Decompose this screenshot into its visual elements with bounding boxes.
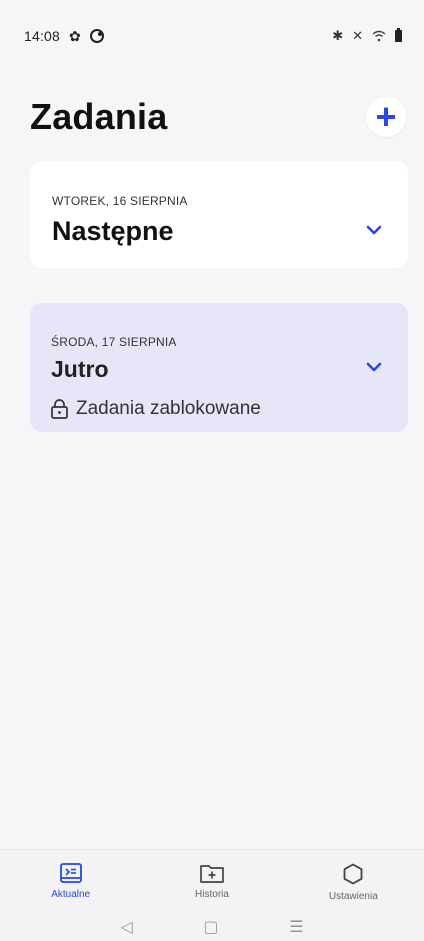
- recents-icon[interactable]: ☰: [289, 917, 303, 937]
- nav-label: Historia: [195, 889, 229, 900]
- status-bar: 14:08 ✿ ✱ ✕: [0, 0, 424, 70]
- nav-item-historia[interactable]: Historia: [162, 863, 262, 900]
- mute-icon: ✕: [352, 28, 363, 43]
- plus-icon: +: [375, 96, 397, 137]
- round-icon: [89, 29, 104, 43]
- home-icon[interactable]: ▢: [203, 917, 218, 937]
- card-title: Jutro: [51, 356, 109, 382]
- page-title: Zadania: [30, 96, 168, 137]
- chevron-down-icon[interactable]: [366, 222, 382, 238]
- card-title: Następne: [52, 216, 174, 246]
- day-card-next[interactable]: WTOREK, 16 SIERPNIA Następne: [30, 161, 408, 268]
- folder-add-icon: [200, 865, 224, 883]
- gear-icon: ✿: [69, 28, 81, 44]
- system-nav-bar: ◁ ▢ ☰: [0, 913, 424, 941]
- bluetooth-icon: ✱: [332, 28, 344, 43]
- locked-status: Zadania zablokowane: [51, 398, 261, 420]
- calendar-icon: [59, 863, 82, 883]
- nav-item-ustawienia[interactable]: Ustawienia: [303, 863, 403, 902]
- card-date: WTOREK, 16 SIERPNIA: [52, 194, 188, 208]
- nav-label: Ustawienia: [328, 891, 378, 902]
- bottom-nav: Aktualne Historia Ustawienia: [0, 849, 424, 913]
- lock-icon: [51, 399, 68, 419]
- hexagon-icon: [343, 863, 363, 885]
- battery-icon: [395, 28, 402, 42]
- day-card-tomorrow[interactable]: ŚRODA, 17 SIERPNIA Jutro Zadania zabloko…: [30, 303, 408, 432]
- back-icon[interactable]: ◁: [120, 917, 132, 937]
- locked-status-text: Zadania zablokowane: [76, 398, 261, 419]
- chevron-down-icon[interactable]: [366, 359, 382, 375]
- nav-item-aktualne[interactable]: Aktualne: [21, 863, 121, 900]
- wifi-icon: [372, 30, 386, 42]
- status-time: 14:08: [24, 28, 61, 44]
- status-left: 14:08 ✿: [24, 28, 104, 44]
- card-date: ŚRODA, 17 SIERPNIA: [51, 335, 177, 349]
- status-right: ✱ ✕: [332, 28, 402, 44]
- nav-label: Aktualne: [51, 889, 91, 900]
- header: Zadania +: [30, 96, 406, 138]
- add-task-button[interactable]: +: [366, 97, 406, 137]
